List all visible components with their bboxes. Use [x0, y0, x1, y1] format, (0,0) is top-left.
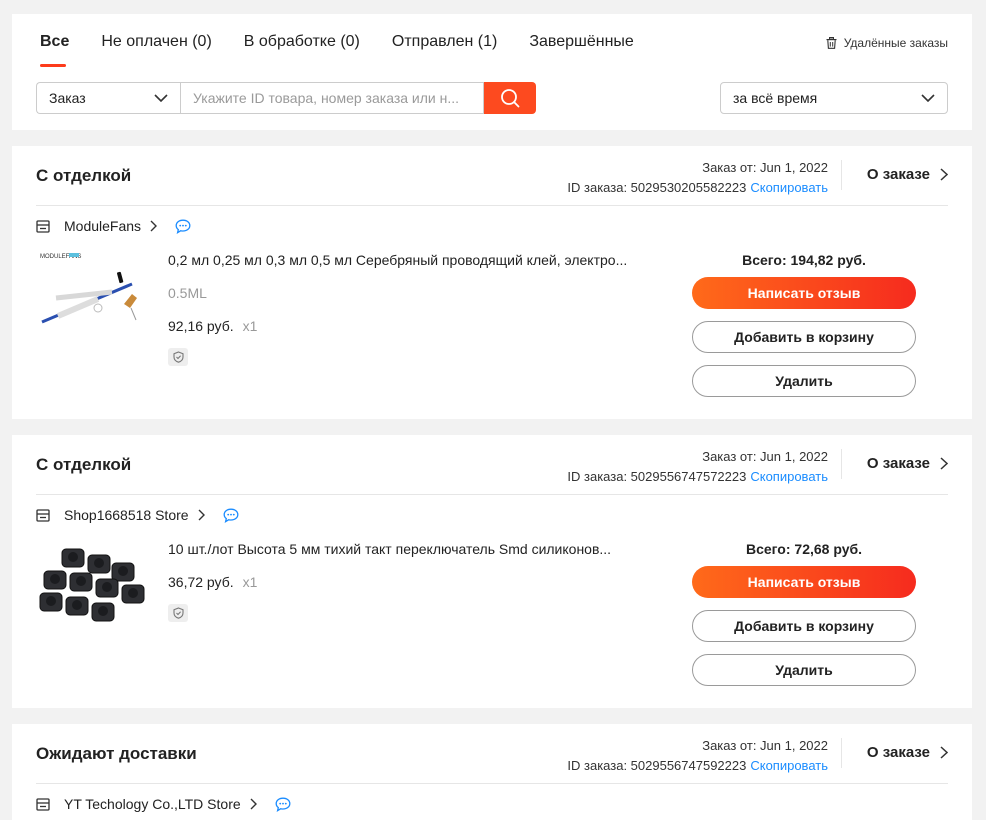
order-date: Заказ от: Jun 1, 2022: [702, 449, 828, 464]
order-header: Ожидают доставки Заказ от: Jun 1, 2022 I…: [36, 724, 948, 784]
store-icon: [36, 797, 50, 811]
divider: [841, 160, 842, 190]
tab-all[interactable]: Все: [40, 32, 69, 67]
store-name-link[interactable]: Shop1668518 Store: [64, 507, 189, 523]
product-price-row: 92,16 руб. x1: [168, 318, 257, 334]
chevron-down-icon: [154, 94, 168, 102]
order-total: Всего: 72,68 руб.: [745, 541, 863, 557]
order-meta: Заказ от: Jun 1, 2022 ID заказа: 5029530…: [567, 158, 828, 198]
search-button[interactable]: [484, 82, 536, 114]
order-status: С отделкой: [36, 455, 132, 474]
orders-filter-panel: Все Не оплачен (0) В обработке (0) Отпра…: [12, 14, 972, 130]
product-title-link[interactable]: 10 шт./лот Высота 5 мм тихий такт перекл…: [168, 541, 648, 557]
store-icon: [36, 219, 50, 233]
chevron-right-icon: [940, 168, 948, 181]
order-details-label: О заказе: [866, 455, 930, 472]
add-to-cart-button[interactable]: Добавить в корзину: [692, 321, 916, 353]
store-row: Shop1668518 Store: [36, 507, 239, 523]
trash-icon: [826, 37, 837, 49]
write-review-button[interactable]: Написать отзыв: [692, 277, 916, 309]
write-review-button[interactable]: Написать отзыв: [692, 566, 916, 598]
store-name-link[interactable]: YT Techology Co.,LTD Store: [64, 796, 241, 812]
order-id: ID заказа: 5029530205582223: [567, 180, 747, 195]
order-meta: Заказ от: Jun 1, 2022 ID заказа: 5029556…: [567, 736, 828, 776]
chevron-right-icon: [940, 457, 948, 470]
store-row: YT Techology Co.,LTD Store: [36, 796, 291, 812]
product-qty: x1: [242, 574, 258, 590]
product-image[interactable]: [36, 535, 156, 635]
buyer-protection-badge: [168, 604, 188, 622]
order-details-link[interactable]: О заказе: [867, 455, 948, 472]
order-card: С отделкой Заказ от: Jun 1, 2022 ID зака…: [12, 435, 972, 708]
divider: [841, 738, 842, 768]
product-image[interactable]: MODULEFANS: [36, 246, 156, 346]
order-meta: Заказ от: Jun 1, 2022 ID заказа: 5029556…: [567, 447, 828, 487]
search-type-select[interactable]: Заказ: [36, 82, 180, 114]
product-price: 92,16 руб.: [168, 318, 234, 334]
order-id: ID заказа: 5029556747572223: [567, 469, 747, 484]
delete-order-button[interactable]: Удалить: [692, 365, 916, 397]
order-details-label: О заказе: [866, 744, 930, 761]
period-value: за всё время: [733, 90, 818, 106]
chat-icon[interactable]: [175, 219, 191, 234]
order-details-link[interactable]: О заказе: [867, 744, 948, 761]
store-row: ModuleFans: [36, 218, 191, 234]
add-to-cart-button[interactable]: Добавить в корзину: [692, 610, 916, 642]
shield-icon: [172, 607, 184, 619]
order-header: С отделкой Заказ от: Jun 1, 2022 ID зака…: [36, 146, 948, 206]
tab-unpaid[interactable]: Не оплачен (0): [101, 32, 211, 66]
deleted-orders-label: Удалённые заказы: [843, 36, 948, 50]
order-status: С отделкой: [36, 166, 132, 185]
tab-completed[interactable]: Завершённые: [529, 32, 633, 66]
divider: [841, 449, 842, 479]
order-header: С отделкой Заказ от: Jun 1, 2022 ID зака…: [36, 435, 948, 495]
tab-shipped[interactable]: Отправлен (1): [392, 32, 497, 66]
chevron-right-icon[interactable]: [198, 509, 205, 521]
store-name-link[interactable]: ModuleFans: [64, 218, 141, 234]
search-type-value: Заказ: [49, 90, 86, 106]
order-search-bar: Заказ: [36, 82, 536, 114]
order-card: С отделкой Заказ от: Jun 1, 2022 ID зака…: [12, 146, 972, 419]
store-icon: [36, 508, 50, 522]
product-price-row: 36,72 руб. x1: [168, 574, 257, 590]
order-status: Ожидают доставки: [36, 744, 197, 763]
deleted-orders-link[interactable]: Удалённые заказы: [826, 36, 948, 50]
order-details-link[interactable]: О заказе: [867, 166, 948, 183]
chevron-right-icon: [940, 746, 948, 759]
order-total: Всего: 194,82 руб.: [742, 252, 866, 268]
search-icon: [501, 89, 520, 108]
buyer-protection-badge: [168, 348, 188, 366]
order-date: Заказ от: Jun 1, 2022: [702, 738, 828, 753]
order-card: Ожидают доставки Заказ от: Jun 1, 2022 I…: [12, 724, 972, 820]
delete-order-button[interactable]: Удалить: [692, 654, 916, 686]
product-variant: 0.5ML: [168, 285, 207, 301]
chat-icon[interactable]: [223, 508, 239, 523]
chevron-right-icon[interactable]: [250, 798, 257, 810]
chevron-right-icon[interactable]: [150, 220, 158, 232]
copy-id-link[interactable]: Скопировать: [750, 758, 828, 773]
product-qty: x1: [242, 318, 258, 334]
copy-id-link[interactable]: Скопировать: [750, 469, 828, 484]
period-select[interactable]: за всё время: [720, 82, 948, 114]
order-date: Заказ от: Jun 1, 2022: [702, 160, 828, 175]
tab-processing[interactable]: В обработке (0): [244, 32, 360, 66]
order-details-label: О заказе: [866, 166, 930, 183]
product-price: 36,72 руб.: [168, 574, 234, 590]
order-status-tabs: Все Не оплачен (0) В обработке (0) Отпра…: [40, 32, 666, 67]
shield-icon: [172, 351, 184, 363]
order-id: ID заказа: 5029556747592223: [567, 758, 747, 773]
chat-icon[interactable]: [275, 797, 291, 812]
product-title-link[interactable]: 0,2 мл 0,25 мл 0,3 мл 0,5 мл Серебряный …: [168, 252, 648, 268]
search-input[interactable]: [180, 82, 484, 114]
copy-id-link[interactable]: Скопировать: [750, 180, 828, 195]
chevron-down-icon: [921, 94, 935, 102]
